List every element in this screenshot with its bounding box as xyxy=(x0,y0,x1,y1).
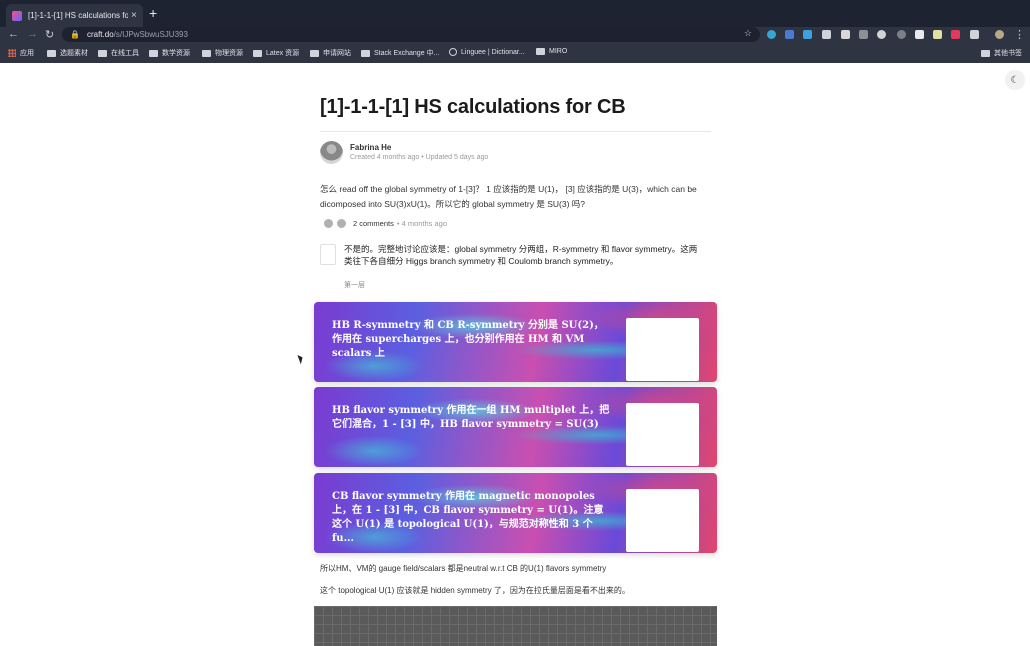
address-bar[interactable]: 🔒 craft.do/s/IJPwSbwuSJU393 ☆ xyxy=(62,27,760,42)
folder-icon xyxy=(536,48,545,55)
bookmark-folder[interactable]: 物理资源 xyxy=(202,48,243,58)
profile-avatar[interactable] xyxy=(995,30,1004,39)
extension-icon[interactable] xyxy=(951,30,960,39)
craft-favicon-icon xyxy=(12,10,22,21)
bookmark-label: 在线工具 xyxy=(111,50,139,57)
bookmark-label: MIRO xyxy=(549,48,568,55)
globe-icon xyxy=(449,48,457,56)
bookmark-folder[interactable]: Latex 资源 xyxy=(253,48,299,58)
extension-icon[interactable] xyxy=(933,30,942,39)
browser-tab[interactable]: [1]-1-1-[1] HS calculations for × xyxy=(6,4,143,27)
comments-time: • 4 months ago xyxy=(396,219,448,228)
card-block[interactable]: CB flavor symmetry 作用在 magnetic monopole… xyxy=(314,473,717,553)
url-path: /s/IJPwSbwuSJU393 xyxy=(113,30,188,39)
url-text: craft.do/s/IJPwSbwuSJU393 xyxy=(87,30,188,39)
folder-icon xyxy=(253,49,262,57)
bookmark-label: 选题素材 xyxy=(60,50,88,57)
card-title: HB flavor symmetry 作用在一组 HM multiplet 上，… xyxy=(332,405,610,430)
card-thumbnail xyxy=(626,318,699,381)
page-title: [1]-1-1-[1] HS calculations for CB xyxy=(320,96,626,118)
menu-icon[interactable]: ⋮ xyxy=(1014,28,1025,41)
bookmark-apps[interactable]: 应用 xyxy=(8,48,34,58)
folder-icon xyxy=(98,49,107,57)
commenter-avatar xyxy=(323,218,334,229)
bookmark-label: Stack Exchange 中... xyxy=(374,50,440,57)
comments-link[interactable]: 2 comments • 4 months ago xyxy=(323,218,447,229)
reload-icon[interactable]: ↻ xyxy=(45,28,54,41)
back-icon[interactable]: ← xyxy=(8,28,19,40)
bookmark-label: 申请网站 xyxy=(323,50,351,57)
extension-icon[interactable] xyxy=(859,30,868,39)
folder-icon xyxy=(202,49,211,57)
bookmark-label: 物理资源 xyxy=(215,50,243,57)
card-thumbnail xyxy=(626,489,699,552)
comments-count: 2 comments xyxy=(353,219,394,228)
tab-close-icon[interactable]: × xyxy=(131,10,137,21)
question-paragraph: 怎么 read off the global symmetry of 1-[3]… xyxy=(320,184,697,209)
answer-subtitle: 第一层 xyxy=(344,282,365,289)
new-tab-button[interactable]: + xyxy=(149,6,157,20)
bookmark-folder[interactable]: MIRO xyxy=(536,48,567,55)
dark-mode-toggle[interactable]: ☾ xyxy=(1005,70,1025,90)
author-name: Fabrina He xyxy=(350,143,392,152)
bookmark-label: 数学资源 xyxy=(162,50,190,57)
card-thumbnail xyxy=(626,403,699,466)
lock-icon: 🔒 xyxy=(70,30,80,39)
bookmark-folder[interactable]: 数学资源 xyxy=(149,48,190,58)
bookmark-folder[interactable]: 在线工具 xyxy=(98,48,139,58)
extension-icon[interactable] xyxy=(785,30,794,39)
card-block[interactable]: HB R-symmetry 和 CB R-symmetry 分别是 SU(2)，… xyxy=(314,302,717,382)
document-meta: Created 4 months ago • Updated 5 days ag… xyxy=(350,154,489,161)
bookmark-link[interactable]: Linguee | Dictionar... xyxy=(449,48,525,56)
card-title: HB R-symmetry 和 CB R-symmetry 分别是 SU(2)，… xyxy=(332,320,604,359)
note-paragraph: 所以HM、VM的 gauge field/scalars 都是neutral w… xyxy=(320,564,607,573)
extension-icon[interactable] xyxy=(841,30,850,39)
handwritten-sketch-image xyxy=(314,606,717,646)
browser-toolbar: ← → ↻ 🔒 craft.do/s/IJPwSbwuSJU393 ☆ ⋮ xyxy=(0,27,1030,44)
forward-icon[interactable]: → xyxy=(27,28,38,40)
moon-icon: ☾ xyxy=(1010,74,1020,86)
folder-icon xyxy=(149,49,158,57)
avatar xyxy=(320,141,343,164)
folder-icon xyxy=(981,49,990,57)
bookmark-label: Latex 资源 xyxy=(266,50,300,57)
folder-icon xyxy=(47,49,56,57)
extension-icon[interactable] xyxy=(803,30,812,39)
bookmark-folder[interactable]: 选题素材 xyxy=(47,48,88,58)
bookmarks-bar: 应用 选题素材 在线工具 数学资源 物理资源 Latex 资源 申请网站 Sta… xyxy=(0,44,1030,63)
note-paragraph: 这个 topological U(1) 应该就是 hidden symmetry… xyxy=(320,586,630,595)
commenter-avatar xyxy=(336,218,347,229)
folder-icon xyxy=(361,49,370,57)
extension-icon[interactable] xyxy=(767,30,776,39)
bookmark-label: 其他书签 xyxy=(994,50,1022,57)
page-link-icon[interactable] xyxy=(320,244,336,265)
browser-tab-bar: [1]-1-1-[1] HS calculations for × + xyxy=(0,0,1030,27)
extension-icon[interactable] xyxy=(915,30,924,39)
divider xyxy=(320,131,711,132)
extension-icon[interactable] xyxy=(897,30,906,39)
extension-icon[interactable] xyxy=(877,30,886,39)
url-host: craft.do xyxy=(86,30,114,39)
card-block[interactable]: HB flavor symmetry 作用在一组 HM multiplet 上，… xyxy=(314,387,717,467)
bookmark-star-icon[interactable]: ☆ xyxy=(744,28,752,39)
answer-text: 不是的。完整地讨论应该是：global symmetry 分两组，R-symme… xyxy=(344,244,698,266)
mouse-cursor-icon xyxy=(297,353,305,365)
extension-icon[interactable] xyxy=(822,30,831,39)
bookmark-label: 应用 xyxy=(20,50,34,57)
tab-title: [1]-1-1-[1] HS calculations for xyxy=(28,11,128,20)
bookmark-folder[interactable]: 申请网站 xyxy=(310,48,351,58)
bookmark-label: Linguee | Dictionar... xyxy=(461,48,525,56)
extension-icon[interactable] xyxy=(970,30,979,39)
apps-grid-icon xyxy=(8,49,16,57)
folder-icon xyxy=(310,49,319,57)
bookmark-folder[interactable]: Stack Exchange 中... xyxy=(361,48,439,58)
bookmark-other[interactable]: 其他书签 xyxy=(981,48,1022,58)
card-title: CB flavor symmetry 作用在 magnetic monopole… xyxy=(332,491,604,544)
